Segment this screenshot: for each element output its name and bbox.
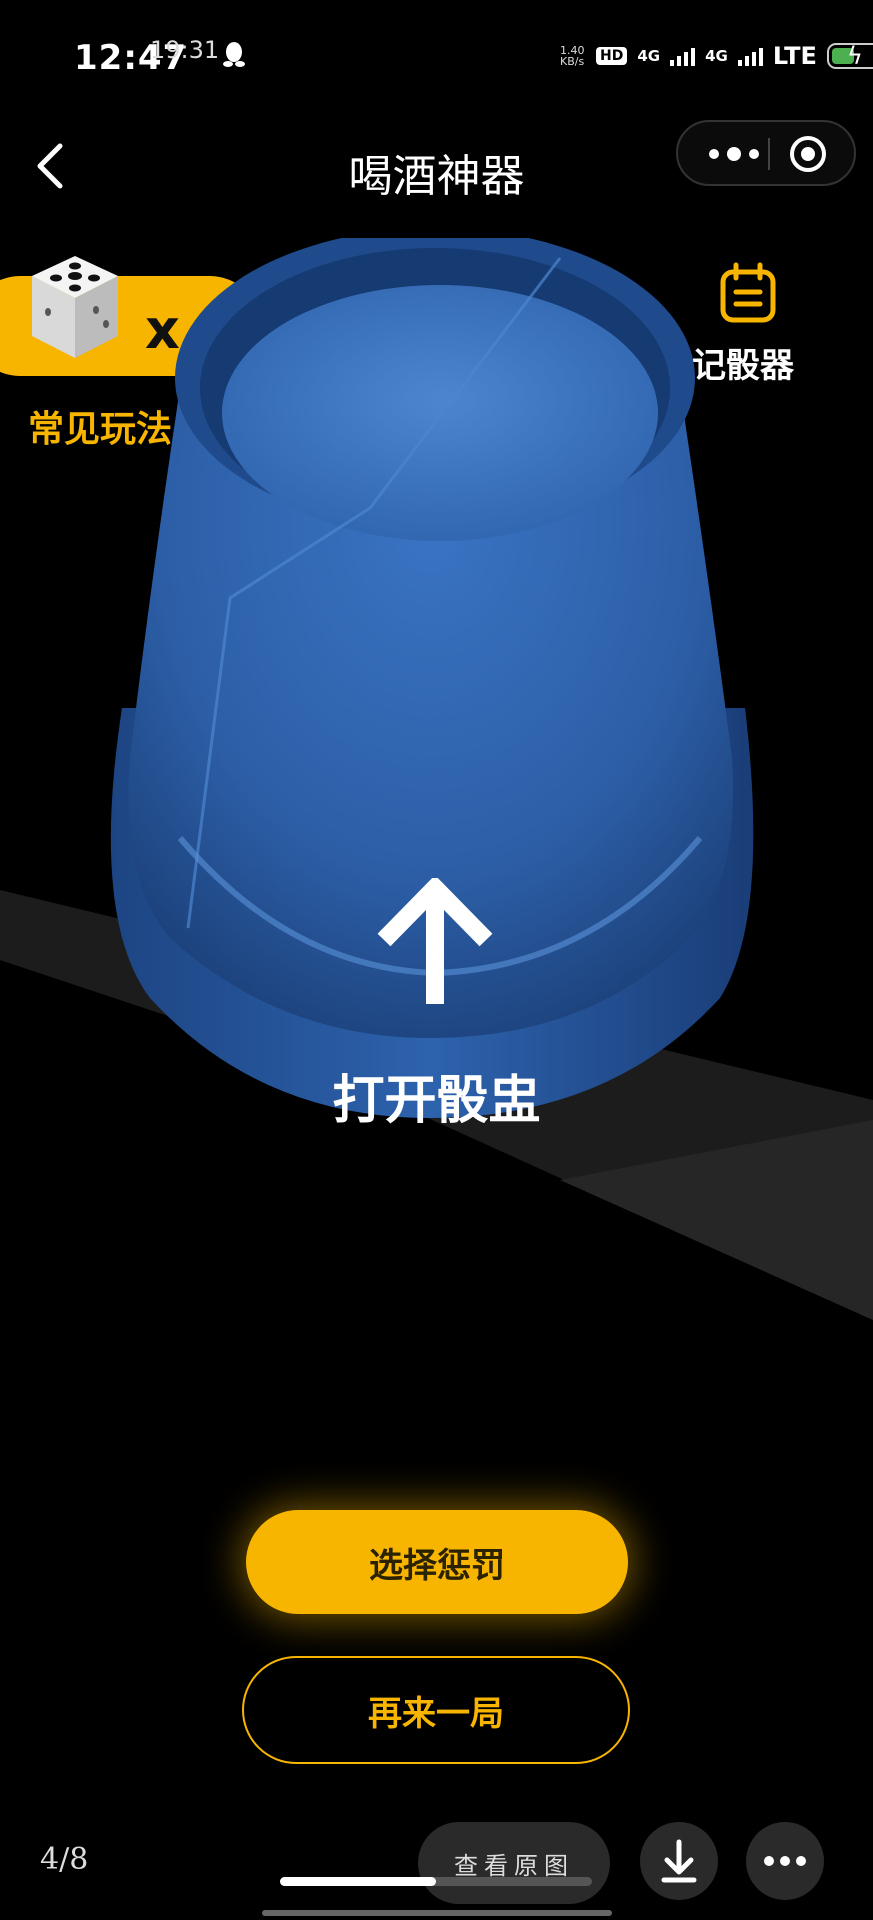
page-indicator: 4/8 bbox=[40, 1842, 89, 1877]
more-dots-icon[interactable] bbox=[704, 142, 764, 166]
choose-penalty-button[interactable]: 选择惩罚 bbox=[246, 1510, 628, 1614]
lte-label: LTE bbox=[772, 42, 817, 70]
close-target-icon[interactable] bbox=[788, 134, 828, 174]
more-dots-icon bbox=[764, 1856, 806, 1866]
home-indicator bbox=[262, 1910, 612, 1916]
signal-bars-icon bbox=[670, 46, 696, 66]
status-overlay-time: 19:31 bbox=[150, 36, 220, 64]
qq-penguin-icon bbox=[223, 42, 245, 67]
signal-bars-icon bbox=[737, 46, 763, 66]
download-button[interactable] bbox=[640, 1822, 718, 1900]
view-original-button[interactable]: 查看原图 bbox=[418, 1822, 610, 1904]
battery-icon: ϟ bbox=[826, 42, 873, 70]
viewer-progress-bar bbox=[280, 1877, 592, 1886]
more-options-button[interactable] bbox=[746, 1822, 824, 1900]
mini-program-capsule bbox=[676, 120, 856, 186]
download-icon bbox=[661, 1839, 697, 1883]
signal-label-2: 4G bbox=[705, 47, 728, 65]
viewer-progress-fill bbox=[280, 1877, 436, 1886]
status-indicators: 1.40 KB/s HD 4G 4G LTE ϟ bbox=[560, 36, 873, 76]
open-cup-label[interactable]: 打开骰盅 bbox=[0, 1058, 873, 1133]
network-speed: 1.40 KB/s bbox=[560, 44, 585, 68]
up-arrow-icon bbox=[377, 878, 493, 1004]
signal-label-1: 4G bbox=[637, 47, 661, 65]
hd-badge: HD bbox=[596, 47, 628, 65]
capsule-divider bbox=[768, 138, 770, 170]
play-again-button[interactable]: 再来一局 bbox=[242, 1656, 630, 1764]
